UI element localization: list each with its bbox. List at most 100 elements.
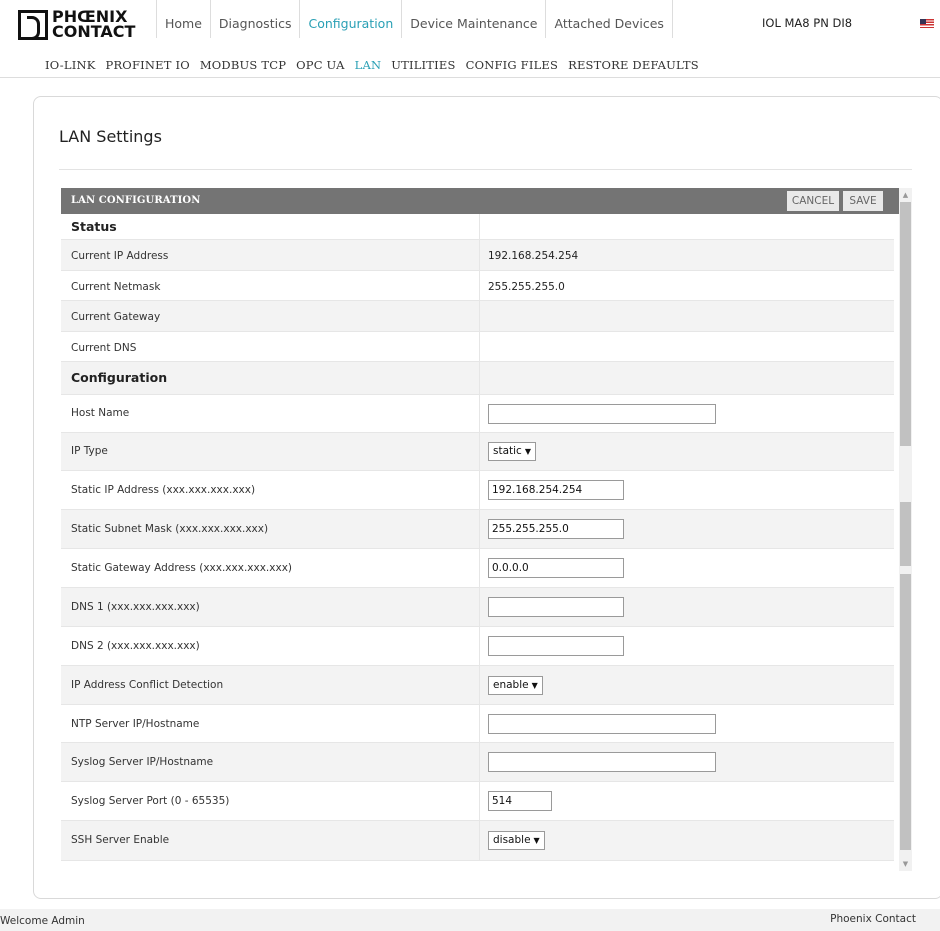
dns2-input[interactable] [488, 636, 624, 656]
table-row: IP Address Conflict Detection enable ▼ [61, 666, 894, 705]
section-title-status: Status [71, 219, 117, 234]
settings-table: Status Current IP Address 192.168.254.25… [61, 214, 894, 861]
tab-home[interactable]: Home [156, 0, 211, 38]
scroll-up-icon[interactable]: ▲ [899, 188, 912, 202]
syslog-port-input[interactable]: 514 [488, 791, 552, 811]
subnav-lan[interactable]: LAN [350, 48, 387, 77]
static-gateway-label: Static Gateway Address (xxx.xxx.xxx.xxx) [71, 562, 293, 574]
host-name-label: Host Name [71, 407, 130, 419]
scrollbar-thumb[interactable] [900, 574, 911, 850]
current-ip-value: 192.168.254.254 [488, 250, 579, 262]
table-row: Syslog Server Port (0 - 65535) 514 [61, 782, 894, 821]
syslog-port-label: Syslog Server Port (0 - 65535) [71, 795, 230, 807]
column-divider [479, 510, 480, 548]
dns1-input[interactable] [488, 597, 624, 617]
ssh-selected-value: disable [493, 834, 531, 846]
syslog-server-label: Syslog Server IP/Hostname [71, 756, 214, 768]
section-row-status: Status [61, 214, 894, 240]
subnav-utilities[interactable]: UTILITIES [386, 48, 460, 77]
static-ip-label: Static IP Address (xxx.xxx.xxx.xxx) [71, 484, 256, 496]
footer: Welcome Admin Phoenix Contact [0, 909, 940, 931]
device-name: IOL MA8 PN DI8 [762, 16, 853, 30]
table-row: Static Subnet Mask (xxx.xxx.xxx.xxx) 255… [61, 510, 894, 549]
ntp-server-label: NTP Server IP/Hostname [71, 718, 200, 730]
syslog-server-input[interactable] [488, 752, 716, 772]
dns2-label: DNS 2 (xxx.xxx.xxx.xxx) [71, 640, 200, 652]
ip-type-selected-value: static [493, 445, 522, 457]
dns1-label: DNS 1 (xxx.xxx.xxx.xxx) [71, 601, 200, 613]
logo-line-2: CONTACT [52, 22, 136, 41]
tab-device-maintenance[interactable]: Device Maintenance [402, 0, 547, 38]
scroll-down-icon[interactable]: ▼ [899, 857, 912, 871]
ntp-server-input[interactable] [488, 714, 716, 734]
panel-scrollbar[interactable]: ▲ ▼ [899, 188, 912, 871]
chevron-down-icon: ▼ [531, 681, 538, 690]
current-dns-label: Current DNS [71, 342, 137, 354]
column-divider [479, 782, 480, 820]
column-divider [479, 395, 480, 432]
column-divider [479, 240, 480, 270]
column-divider [479, 666, 480, 704]
column-divider [479, 214, 480, 239]
table-row: Static Gateway Address (xxx.xxx.xxx.xxx)… [61, 549, 894, 588]
chevron-down-icon: ▼ [533, 836, 540, 845]
current-netmask-label: Current Netmask [71, 281, 161, 293]
table-row: IP Type static ▼ [61, 433, 894, 471]
subnav-opc-ua[interactable]: OPC UA [291, 48, 349, 77]
main-nav: Home Diagnostics Configuration Device Ma… [156, 0, 673, 38]
column-divider [479, 588, 480, 626]
table-row: Current DNS [61, 332, 894, 362]
table-row: DNS 1 (xxx.xxx.xxx.xxx) [61, 588, 894, 627]
column-divider [479, 549, 480, 587]
table-row: Syslog Server IP/Hostname [61, 743, 894, 782]
us-flag-icon[interactable] [920, 19, 934, 28]
current-gateway-label: Current Gateway [71, 311, 161, 323]
ip-type-select[interactable]: static ▼ [488, 442, 536, 461]
column-divider [479, 362, 480, 394]
table-row: Static IP Address (xxx.xxx.xxx.xxx) 192.… [61, 471, 894, 510]
ip-conflict-detection-select[interactable]: enable ▼ [488, 676, 543, 695]
column-divider [479, 301, 480, 331]
section-title-configuration: Configuration [71, 370, 168, 385]
tab-configuration[interactable]: Configuration [300, 0, 403, 38]
static-subnet-mask-input[interactable]: 255.255.255.0 [488, 519, 624, 539]
ip-type-label: IP Type [71, 445, 108, 457]
tab-diagnostics[interactable]: Diagnostics [211, 0, 301, 38]
chevron-down-icon: ▼ [524, 447, 531, 456]
page-title: LAN Settings [59, 127, 162, 146]
save-button[interactable]: SAVE [843, 191, 883, 211]
static-gateway-input[interactable]: 0.0.0.0 [488, 558, 624, 578]
subnav-profinet-io[interactable]: PROFINET IO [101, 48, 195, 77]
tab-attached-devices[interactable]: Attached Devices [546, 0, 673, 38]
table-row: Host Name [61, 395, 894, 433]
panel-header: LAN CONFIGURATION CANCEL SAVE [61, 188, 912, 214]
subnav-modbus-tcp[interactable]: MODBUS TCP [195, 48, 291, 77]
ssh-server-select[interactable]: disable ▼ [488, 831, 545, 850]
table-row: SSH Server Enable disable ▼ [61, 821, 894, 861]
column-divider [479, 332, 480, 361]
static-ip-input[interactable]: 192.168.254.254 [488, 480, 624, 500]
column-divider [479, 821, 480, 860]
panel-title: LAN CONFIGURATION [71, 195, 201, 206]
cancel-button[interactable]: CANCEL [787, 191, 839, 211]
column-divider [479, 743, 480, 781]
scrollbar-thumb[interactable] [900, 502, 911, 566]
sub-nav: IO-LINK PROFINET IO MODBUS TCP OPC UA LA… [0, 48, 940, 78]
table-row: Current Netmask 255.255.255.0 [61, 271, 894, 301]
column-divider [479, 627, 480, 665]
current-netmask-value: 255.255.255.0 [488, 281, 565, 293]
ip-conflict-detection-label: IP Address Conflict Detection [71, 679, 224, 691]
host-name-input[interactable] [488, 404, 716, 424]
phoenix-contact-logo[interactable]: PHŒNIX CONTACT [18, 8, 148, 42]
subnav-restore-defaults[interactable]: RESTORE DEFAULTS [563, 48, 704, 77]
top-bar: PHŒNIX CONTACT Home Diagnostics Configur… [0, 0, 940, 48]
lan-configuration-panel: LAN CONFIGURATION CANCEL SAVE Status Cur… [61, 188, 912, 871]
ssh-server-label: SSH Server Enable [71, 834, 170, 846]
welcome-text: Welcome Admin [0, 915, 85, 927]
logo-mark-icon [18, 10, 48, 40]
company-name: Phoenix Contact [830, 913, 916, 925]
static-subnet-mask-label: Static Subnet Mask (xxx.xxx.xxx.xxx) [71, 523, 269, 535]
scrollbar-thumb[interactable] [900, 202, 911, 446]
subnav-config-files[interactable]: CONFIG FILES [461, 48, 564, 77]
subnav-io-link[interactable]: IO-LINK [40, 48, 101, 77]
